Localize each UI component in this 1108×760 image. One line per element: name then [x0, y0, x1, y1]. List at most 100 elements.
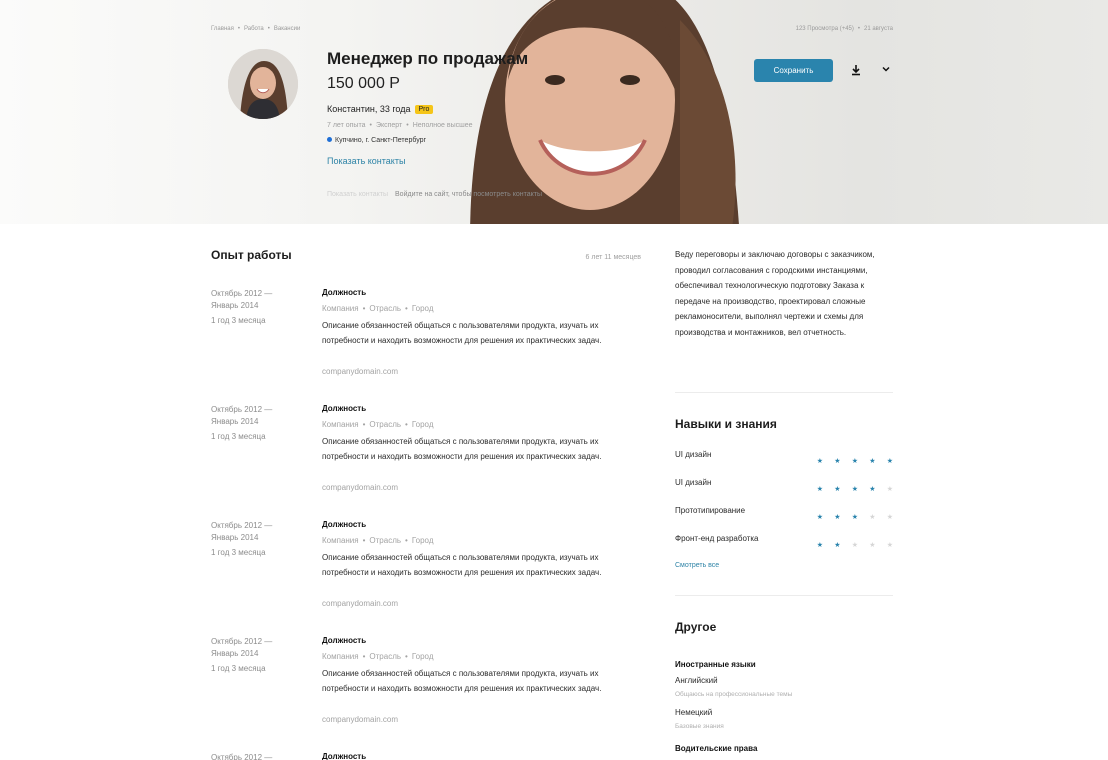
job-position: Должность [322, 636, 367, 645]
job-position: Должность [322, 288, 367, 297]
meta-separator: • [362, 536, 366, 545]
languages-title: Иностранные языки [675, 660, 756, 669]
job-dates: Октябрь 2012 — [211, 753, 273, 760]
experience-meta: 7 лет опыта • Эксперт • Неполное высшее [327, 122, 473, 129]
job-company: Компания [322, 304, 359, 313]
star-empty-icon: ★ [886, 542, 893, 549]
meta-separator: • [857, 26, 860, 32]
job-domain-link[interactable]: companydomain.com [322, 599, 398, 608]
star-filled-icon: ★ [816, 542, 823, 549]
breadcrumb: Главная • Работа • Вакансии [211, 26, 300, 32]
breadcrumb-item[interactable]: Главная [211, 26, 234, 32]
skill-rating: ★ ★ ★ ★ ★ [806, 478, 893, 496]
star-filled-icon: ★ [886, 458, 893, 465]
star-filled-icon: ★ [869, 458, 876, 465]
about-text: Веду переговоры и заключаю договоры с за… [675, 250, 875, 337]
section-divider [675, 595, 893, 596]
star-filled-icon: ★ [869, 486, 876, 493]
save-button[interactable]: Сохранить [754, 59, 833, 82]
job-city: Город [411, 536, 434, 545]
pro-badge: Pro [414, 105, 434, 114]
job-title: Менеджер по продажам [327, 49, 529, 68]
job-company: Компания [322, 652, 359, 661]
skill-name: UI дизайн [675, 478, 712, 487]
profile-header: Главная • Работа • Вакансии 123 Просмотра (+… [0, 0, 1108, 224]
star-empty-icon: ★ [869, 542, 876, 549]
job-company: Компания [322, 420, 359, 429]
experience-level: Эксперт [375, 122, 403, 129]
star-empty-icon: ★ [869, 514, 876, 521]
job-dates: Октябрь 2012 — Январь 2014 [211, 405, 273, 426]
language-level: Общаюсь на профессиональные темы [675, 691, 793, 698]
job-domain-link[interactable]: companydomain.com [322, 367, 398, 376]
publish-date: 21 августа [863, 26, 893, 32]
job-company-line: Компания • Отрасль • Город [322, 420, 434, 429]
skill-name: Фронт-енд разработка [675, 534, 759, 543]
section-divider [675, 392, 893, 393]
star-filled-icon: ★ [816, 514, 823, 521]
see-all-skills-link[interactable]: Смотреть все [675, 562, 719, 569]
location: Купчино, г. Санкт-Петербург [327, 137, 426, 144]
experience-title: Опыт работы [211, 248, 292, 262]
other-title: Другое [675, 620, 717, 634]
job-industry: Отрасль [369, 420, 402, 429]
job-city: Город [411, 304, 434, 313]
language-name: Английский [675, 676, 718, 685]
job-duration: 1 год 3 месяца [211, 548, 266, 557]
job-position: Должность [322, 520, 367, 529]
skill-rating: ★ ★ ★ ★ ★ [806, 534, 893, 552]
job-dates: Октябрь 2012 — Январь 2014 [211, 521, 273, 542]
job-duration: 1 год 3 месяца [211, 432, 266, 441]
education: Неполное высшее [412, 122, 473, 129]
job-description: Описание обязанностей общаться с пользов… [322, 669, 602, 693]
views-count: 123 Просмотра (+45) [795, 26, 854, 32]
meta-separator: • [362, 652, 366, 661]
job-city: Город [411, 652, 434, 661]
login-hint-row: Показать контакты Войдите на сайт, чтобы … [327, 191, 542, 198]
star-filled-icon: ★ [834, 486, 841, 493]
skill-row: UI дизайн ★ ★ ★ ★ ★ [675, 450, 893, 465]
job-position: Должность [322, 404, 367, 413]
meta-separator: • [405, 652, 408, 661]
download-icon[interactable] [850, 64, 862, 76]
skill-row: Фронт-енд разработка ★ ★ ★ ★ ★ [675, 534, 893, 549]
job-dates: Октябрь 2012 — Январь 2014 [211, 289, 273, 310]
show-contacts-ghost: Показать контакты [327, 191, 389, 198]
job-city: Город [411, 420, 434, 429]
language-level: Базовые знания [675, 723, 724, 730]
breadcrumb-item[interactable]: Вакансии [274, 26, 300, 32]
location-dot-icon [327, 137, 332, 142]
job-dates: Октябрь 2012 — Январь 2014 [211, 637, 273, 658]
skill-row: UI дизайн ★ ★ ★ ★ ★ [675, 478, 893, 493]
job-industry: Отрасль [369, 652, 402, 661]
star-empty-icon: ★ [886, 514, 893, 521]
breadcrumb-item[interactable]: Работа [244, 26, 264, 32]
language-name: Немецкий [675, 708, 713, 717]
star-filled-icon: ★ [834, 542, 841, 549]
job-duration: 1 год 3 месяца [211, 664, 266, 673]
job-domain-link[interactable]: companydomain.com [322, 483, 398, 492]
job-description: Описание обязанностей общаться с пользов… [322, 437, 602, 461]
skill-rating: ★ ★ ★ ★ ★ [806, 506, 893, 524]
chevron-down-icon[interactable] [881, 64, 891, 74]
salary: 150 000 Р [327, 75, 400, 92]
experience-years: 7 лет опыта [327, 122, 366, 129]
skill-rating: ★ ★ ★ ★ ★ [806, 450, 893, 468]
avatar [228, 49, 298, 119]
job-company: Компания [322, 536, 359, 545]
job-description: Описание обязанностей общаться с пользов… [322, 553, 602, 577]
location-text: Купчино, г. Санкт-Петербург [335, 137, 427, 144]
show-contacts-link[interactable]: Показать контакты [327, 156, 405, 166]
job-industry: Отрасль [369, 536, 402, 545]
meta-separator: • [405, 304, 408, 313]
breadcrumb-separator: • [237, 26, 240, 32]
header-meta: 123 Просмотра (+45) • 21 августа [796, 26, 893, 32]
skill-name: UI дизайн [675, 450, 712, 459]
skill-name: Прототипирование [675, 506, 746, 515]
star-empty-icon: ★ [886, 486, 893, 493]
job-domain-link[interactable]: companydomain.com [322, 715, 398, 724]
star-filled-icon: ★ [851, 514, 858, 521]
meta-separator: • [405, 420, 408, 429]
star-filled-icon: ★ [851, 458, 858, 465]
job-company-line: Компания • Отрасль • Город [322, 652, 434, 661]
